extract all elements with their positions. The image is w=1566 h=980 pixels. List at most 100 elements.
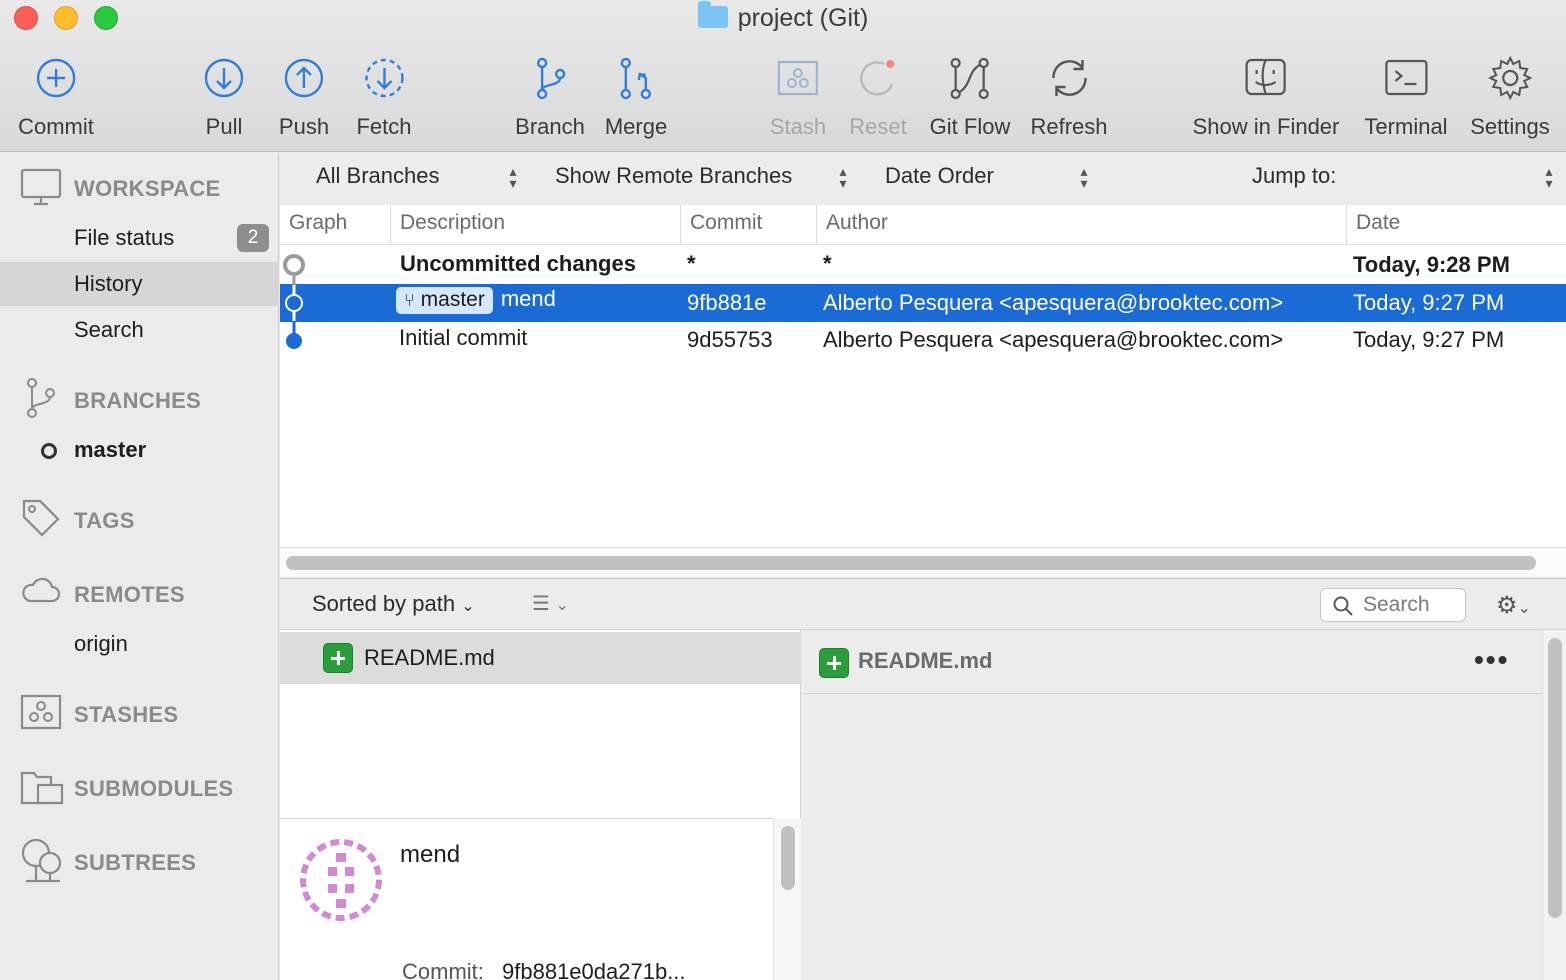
merge-button[interactable]: Merge [605,54,667,140]
section-tags[interactable]: TAGS [74,508,135,534]
column-description[interactable]: Description [390,205,680,245]
history-horizontal-scrollbar[interactable] [280,547,1566,577]
history-row[interactable]: Initial commit 9d55753 Alberto Pesquera … [280,322,1566,360]
current-branch-indicator [41,443,57,459]
diff-scrollbar[interactable] [1542,630,1566,980]
branch-tag-master[interactable]: ⑂ master [396,287,493,314]
diff-panel: README.md ••• [802,630,1566,980]
remote-select-stepper-icon[interactable]: ▴ ▾ [836,164,850,190]
sidebar-item-origin-remote[interactable]: origin [0,622,279,666]
toolbar: project (Git) Commit Pull Push Fetch Bra… [0,0,1566,152]
diff-file-header: README.md ••• [802,630,1542,694]
git-flow-button[interactable]: Git Flow [930,54,1010,140]
search-icon [1333,596,1353,616]
sidebar-item-search[interactable]: Search [0,308,279,352]
fetch-icon [364,58,404,98]
push-button[interactable]: Push [279,54,329,140]
history-row-selected[interactable]: ⑂ master mend 9fb881e Alberto Pesquera <a… [280,284,1566,322]
changed-files-list: README.md [280,630,801,818]
history-row-uncommitted[interactable]: Uncommitted changes * * Today, 9:28 PM [280,245,1566,283]
sidebar-item-history[interactable]: History [0,262,279,306]
fetch-button[interactable]: Fetch [356,54,412,140]
stash-icon [777,60,819,96]
sort-by-path-dropdown[interactable]: Sorted by path ⌄ [312,591,475,617]
terminal-button[interactable]: Terminal [1364,54,1448,140]
commit-history-list: Uncommitted changes * * Today, 9:28 PM ⑂… [280,245,1566,547]
chevron-down-icon: ⌄ [461,598,475,615]
branches-filter-select[interactable]: All Branches [316,163,440,189]
scrollbar-thumb[interactable] [1548,638,1562,918]
order-select-stepper-icon[interactable]: ▴ ▾ [1077,164,1091,190]
file-search-input[interactable]: Search [1320,588,1466,622]
chevron-down-icon: ⌄ [555,597,569,614]
commit-hash-line: Commit: 9fb881e0da271b... [402,959,686,980]
author-avatar [300,839,382,921]
section-submodules[interactable]: SUBMODULES [74,776,233,802]
file-list-toolbar: Sorted by path ⌄ ☰ ⌄ Search ⚙⌄ [280,578,1566,630]
history-column-headers: Graph Description Commit Author Date [280,205,1566,245]
cloud-icon [22,577,61,603]
tag-icon [22,499,60,537]
reset-icon [859,60,894,96]
branch-icon [27,378,55,418]
finder-icon [1245,58,1287,96]
window-title: project (Git) [0,1,1566,33]
graph-node-uncommitted [283,254,305,276]
graph-node-selected [285,294,303,312]
order-select[interactable]: Date Order [885,163,994,189]
reset-button[interactable]: Reset [849,54,907,140]
sidebar-item-file-status[interactable]: File status 2 [0,216,279,260]
branches-filter-stepper-icon[interactable]: ▴ ▾ [506,164,520,190]
app-window: project (Git) Commit Pull Push Fetch Bra… [0,0,1566,980]
list-view-icon: ☰ [532,593,550,615]
commit-hash[interactable]: 9fb881e0da271b... [502,959,686,980]
column-commit[interactable]: Commit [680,205,816,245]
settings-button[interactable]: Settings [1470,54,1550,140]
submodules-icon [20,771,64,805]
jump-to-select[interactable]: Jump to: [1252,163,1336,189]
refresh-button[interactable]: Refresh [1030,54,1108,140]
jump-to-stepper-icon[interactable]: ▴ ▾ [1542,164,1556,190]
merge-icon [620,57,652,100]
computer-icon [20,168,62,206]
file-added-icon [323,643,353,673]
section-stashes[interactable]: STASHES [74,702,178,728]
gear-icon [1487,55,1533,101]
branch-button[interactable]: Branch [515,54,585,140]
stash-button[interactable]: Stash [770,54,826,140]
commit-message: mend [400,841,461,868]
view-mode-dropdown[interactable]: ☰ ⌄ [532,591,569,616]
file-status-count-badge: 2 [237,224,269,252]
stash-icon [20,694,62,730]
section-branches[interactable]: BRANCHES [74,388,201,414]
remote-branches-select[interactable]: Show Remote Branches [555,163,792,189]
scrollbar-thumb[interactable] [781,826,795,890]
column-date[interactable]: Date [1346,205,1566,245]
chevron-down-icon: ⌄ [1517,600,1531,617]
section-subtrees[interactable]: SUBTREES [74,850,196,876]
file-row-readme[interactable]: README.md [280,632,801,684]
commit-button[interactable]: Commit [18,54,94,140]
push-icon [284,58,324,98]
more-options-icon[interactable]: ••• [1474,644,1509,676]
sidebar-item-master-branch[interactable]: master [0,428,279,472]
scrollbar-thumb[interactable] [286,556,1536,570]
section-workspace[interactable]: WORKSPACE [74,176,221,202]
action-menu-button[interactable]: ⚙⌄ [1496,591,1531,620]
column-graph[interactable]: Graph [280,205,390,245]
git-flow-icon [950,57,990,100]
show-in-finder-button[interactable]: Show in Finder [1193,54,1339,140]
history-filter-bar: All Branches ▴ ▾ Show Remote Branches ▴ ▾ … [280,153,1566,205]
section-remotes[interactable]: REMOTES [74,582,185,608]
commit-graph [283,254,305,349]
gear-icon: ⚙ [1496,592,1518,619]
pull-icon [204,58,244,98]
branch-icon: ⑂ [404,290,415,310]
commit-details-scrollbar[interactable] [773,818,801,980]
folder-icon [697,1,728,28]
refresh-icon [1051,60,1087,96]
commit-details: mend Commit: 9fb881e0da271b... [280,818,801,980]
terminal-icon [1384,59,1428,96]
column-author[interactable]: Author [816,205,1346,245]
pull-button[interactable]: Pull [200,54,248,140]
